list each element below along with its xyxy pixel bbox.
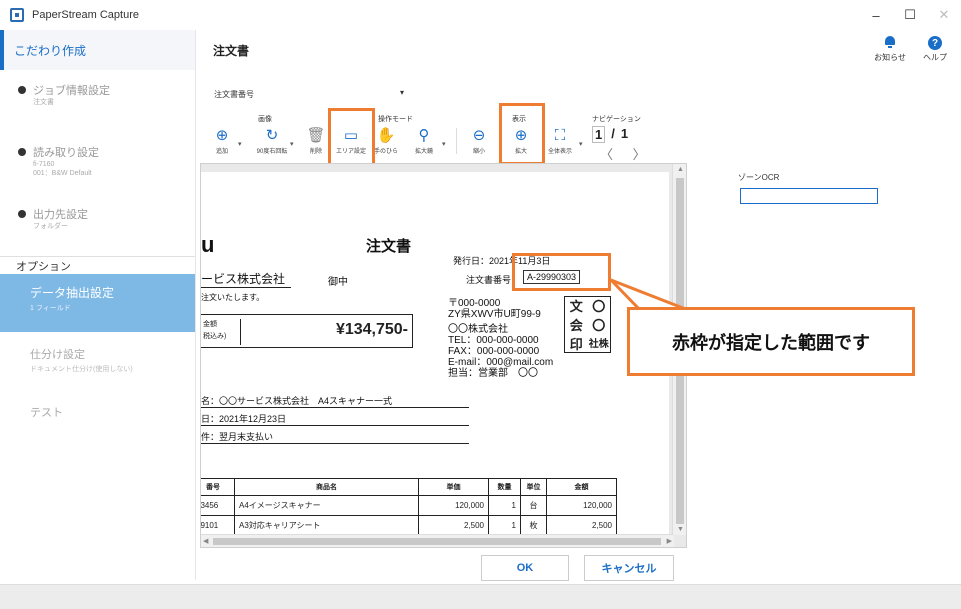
- rotate-button[interactable]: ↻ 90度右回転: [254, 124, 290, 160]
- page-nav-arrows[interactable]: 〈 〉: [600, 144, 654, 163]
- address-email: E-mail：000@mail.com: [448, 357, 554, 368]
- total-pages: 1: [620, 126, 629, 141]
- add-button[interactable]: ⊕ 追加: [204, 124, 240, 160]
- ok-button[interactable]: OK: [481, 555, 569, 581]
- total-amount: ¥134,750-: [335, 321, 408, 338]
- fit-dropdown-icon[interactable]: ▾: [579, 140, 583, 148]
- page-title: 注文書: [213, 44, 250, 58]
- delivery-date: 日：2021年12月23日: [201, 414, 287, 424]
- document-viewer[interactable]: u 注文書 ービス株式会社 御中 注文いたします。 金額 税込み) ¥134,7…: [200, 163, 687, 548]
- maximize-button[interactable]: ☐: [893, 0, 927, 30]
- cancel-button[interactable]: キャンセル: [584, 555, 674, 581]
- rotate-icon: ↻: [265, 127, 279, 144]
- step-bullet-icon: [18, 86, 26, 94]
- scroll-left-icon[interactable]: ◀: [203, 537, 208, 545]
- table-header-row: 番号 商品名 単価 数量 単位 金額: [201, 478, 617, 496]
- sidebar-item-scan-settings[interactable]: 読み取り設定 fi-7160 001：B&W Default: [0, 132, 195, 194]
- window-title: PaperStream Capture: [32, 9, 139, 21]
- sidebar-item-job-info[interactable]: ジョブ情報設定 注文書: [0, 70, 195, 132]
- sidebar-item-data-extraction[interactable]: データ抽出設定 1 フィールド: [0, 274, 195, 332]
- amount-tax-label: 税込み): [203, 333, 227, 340]
- bell-icon: [884, 36, 896, 48]
- company-logo-text: u: [201, 232, 215, 257]
- help-icon: ?: [928, 36, 942, 50]
- honorific: 御中: [328, 277, 348, 288]
- magnifier-icon: ⚲: [418, 127, 430, 144]
- sidebar-section-options: オプション: [0, 256, 195, 274]
- close-button[interactable]: ✕: [927, 0, 961, 30]
- window-controls: – ☐ ✕: [859, 0, 961, 30]
- magnifier-dropdown-icon[interactable]: ▾: [442, 140, 446, 148]
- highlight-zoom-in: [499, 103, 545, 165]
- chevron-down-icon: ▾: [399, 88, 404, 97]
- current-page-input[interactable]: 1: [592, 126, 606, 143]
- minimize-button[interactable]: –: [859, 0, 893, 30]
- client-name: ービス株式会社: [201, 270, 292, 288]
- zone-ocr-label: ゾーンOCR: [738, 173, 780, 182]
- step-bullet-icon: [18, 210, 26, 218]
- callout-annotation: 赤枠が指定した範囲です: [627, 307, 915, 376]
- sidebar-item-output[interactable]: 出力先設定 フォルダー: [0, 194, 195, 256]
- payment-terms: 件：翌月末支払い: [201, 432, 274, 442]
- intro-text: 注文いたします。: [201, 293, 265, 302]
- zoom-out-button[interactable]: ⊖ 縮小: [461, 124, 497, 160]
- field-select[interactable]: 注文書番号 ▾: [214, 86, 404, 102]
- page-navigation: 1 / 1: [592, 126, 628, 143]
- magnifier-button[interactable]: ⚲ 拡大鏡: [406, 124, 442, 160]
- sidebar-item-test[interactable]: テスト: [0, 390, 195, 448]
- scroll-up-icon[interactable]: ▲: [677, 166, 684, 173]
- sidebar: こだわり作成 ジョブ情報設定 注文書 読み取り設定 fi-7160 001：B&…: [0, 30, 196, 580]
- scroll-right-icon[interactable]: ▶: [667, 537, 672, 545]
- address-postal: 〒000-0000: [448, 298, 501, 309]
- table-row: 89101 A3対応キャリアシート 2,500 1 枚 2,500: [201, 515, 617, 536]
- group-label-nav: ナビゲーション: [592, 116, 641, 123]
- add-page-icon: ⊕: [215, 127, 229, 144]
- document-title: 注文書: [366, 238, 412, 255]
- subject-line: 名：〇〇サービス株式会社 A4スキャナー一式: [201, 396, 393, 406]
- amount-label: 金額: [203, 321, 217, 328]
- address-fax: FAX：000-000-0000: [448, 346, 540, 357]
- address-line: ZY県XWV市U町99-9: [448, 309, 541, 320]
- fit-page-button[interactable]: ⛶ 全体表示: [542, 124, 578, 160]
- address-contact: 担当：営業部 〇〇: [448, 368, 538, 379]
- document-page: u 注文書 ービス株式会社 御中 注文いたします。 金額 税込み) ¥134,7…: [201, 172, 669, 542]
- zoom-out-icon: ⊖: [472, 127, 486, 144]
- table-row: 23456 A4イメージスキャナー 120,000 1 台 120,000: [201, 495, 617, 516]
- group-label-mode: 操作モード: [378, 116, 413, 123]
- help-button[interactable]: ? ヘルプ: [915, 36, 955, 63]
- fit-page-icon: ⛶: [554, 126, 566, 144]
- rotate-dropdown-icon[interactable]: ▾: [290, 140, 294, 148]
- title-bar: PaperStream Capture – ☐ ✕: [0, 0, 961, 30]
- add-dropdown-icon[interactable]: ▾: [238, 140, 242, 148]
- sidebar-top-mode[interactable]: こだわり作成: [0, 30, 195, 70]
- zone-ocr-input[interactable]: [740, 188, 878, 204]
- hand-icon: ✋: [376, 127, 396, 144]
- group-label-image: 画像: [258, 116, 272, 123]
- trash-icon: 🗑: [306, 127, 326, 144]
- horizontal-scrollbar[interactable]: ◀ ▶: [201, 534, 674, 547]
- company-seal: 文 〇 会 〇 印 社株: [564, 296, 611, 353]
- notice-button[interactable]: お知らせ: [870, 36, 910, 63]
- step-bullet-icon: [18, 148, 26, 156]
- items-table: 番号 商品名 単価 数量 単位 金額 23456 A4イメージスキャナー 120…: [201, 478, 617, 536]
- amount-box: 金額 税込み) ¥134,750-: [201, 314, 413, 348]
- toolbar-divider: [456, 128, 457, 154]
- app-logo-icon: [10, 8, 24, 22]
- address-company: 〇〇株式会社: [448, 324, 508, 335]
- address-tel: TEL：000-000-0000: [448, 335, 539, 346]
- status-bar: [0, 584, 961, 609]
- highlight-order-number: [512, 253, 611, 291]
- scroll-down-icon[interactable]: ▼: [677, 526, 684, 533]
- highlight-area-setting: [328, 108, 375, 167]
- horizontal-scroll-thumb[interactable]: [213, 538, 661, 545]
- sidebar-item-sorting[interactable]: 仕分け設定 ドキュメント仕分け(使用しない): [0, 332, 195, 390]
